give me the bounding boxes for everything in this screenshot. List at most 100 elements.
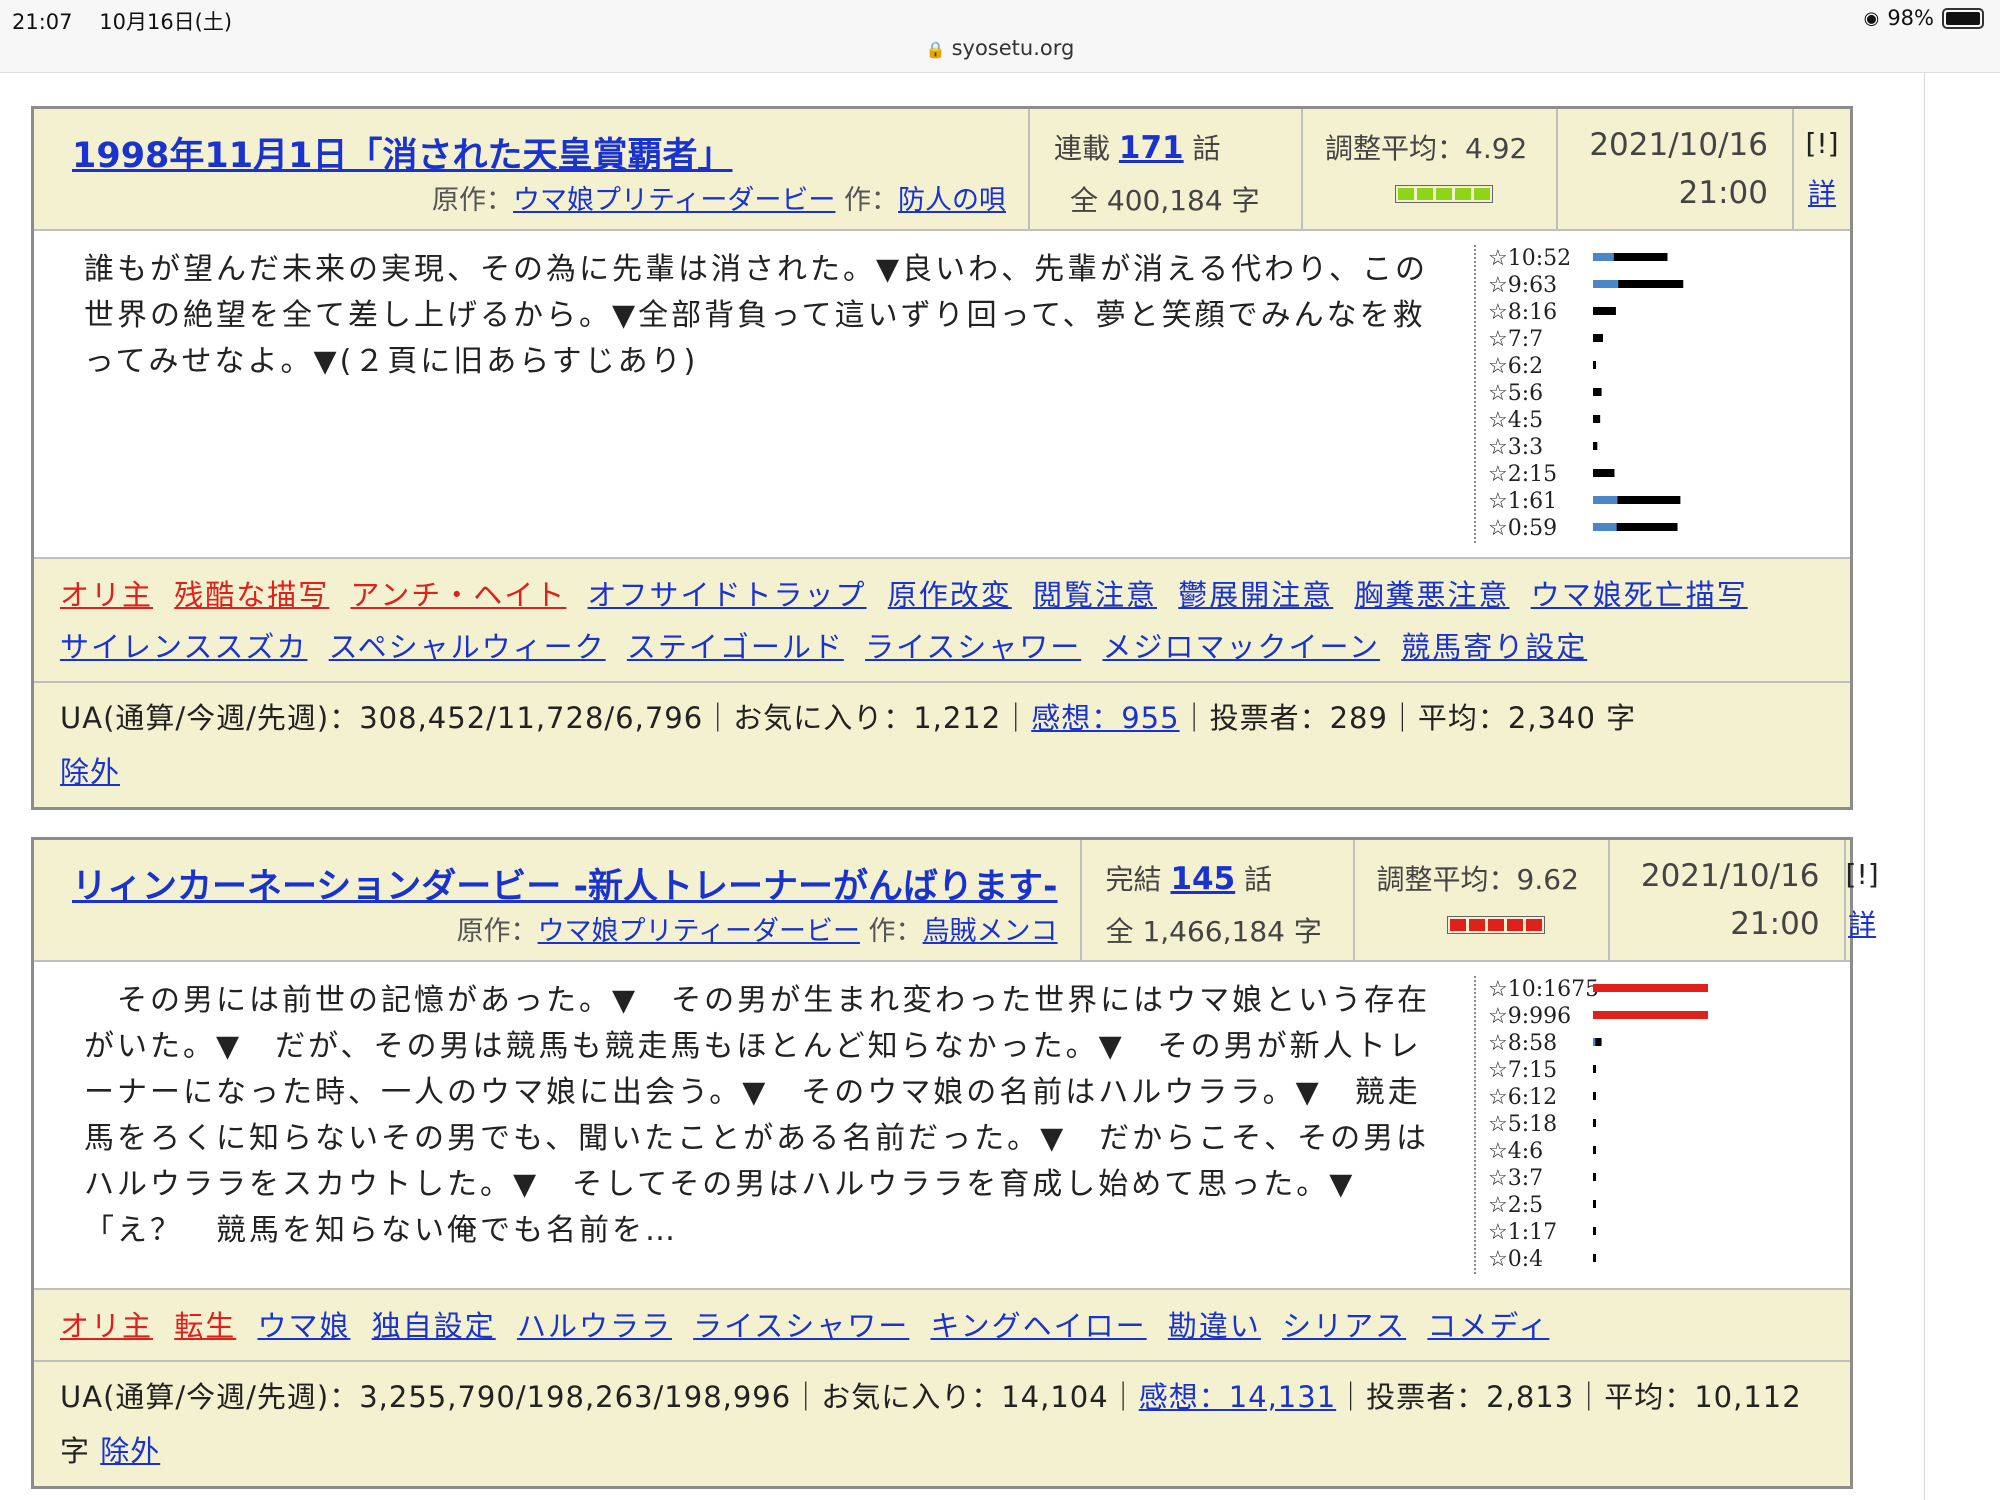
- rating-label: ☆9:63: [1488, 273, 1557, 298]
- tag-link[interactable]: ライスシャワー: [865, 630, 1081, 664]
- rating-bar: [1593, 442, 1598, 450]
- gauge-segment: [1487, 919, 1504, 931]
- rating-label: ☆1:61: [1488, 489, 1557, 514]
- tag-link[interactable]: オリ主: [60, 1309, 153, 1343]
- report-button[interactable]: [!]: [1846, 858, 1879, 891]
- genre-link[interactable]: ウマ娘プリティーダービー: [513, 185, 835, 216]
- status-time: 21:07 10月16日(土): [12, 6, 232, 36]
- actions-cell: [!] 詳: [1846, 840, 1879, 960]
- distribution-chart: ☆10:1675☆9:996☆8:58☆7:15☆6:12☆5:18☆4:6☆3…: [1488, 977, 1708, 1272]
- detail-link[interactable]: 詳: [1846, 903, 1879, 943]
- adjusted-average: 調整平均：4.92: [1325, 132, 1528, 165]
- tag-link[interactable]: ステイゴールド: [627, 630, 844, 664]
- tag-link[interactable]: 転生: [174, 1309, 236, 1343]
- rating-label: ☆9:996: [1488, 1004, 1571, 1029]
- tag-link[interactable]: シリアス: [1282, 1309, 1406, 1343]
- tag-link[interactable]: 鬱展開注意: [1178, 578, 1333, 612]
- rating-bar: [1593, 1200, 1596, 1208]
- date-cell: 2021/10/16 21:00: [1558, 109, 1794, 229]
- char-count: 全 400,184 字: [1070, 184, 1260, 217]
- rating-label: ☆3:7: [1488, 1166, 1543, 1191]
- status-bar: 21:07 10月16日(土) 🔒 syosetu.org ◉ 98%: [0, 0, 2000, 73]
- tag-link[interactable]: ウマ娘死亡描写: [1531, 578, 1748, 612]
- tag-link[interactable]: 原作改変: [888, 578, 1012, 612]
- lock-icon: 🔒: [925, 40, 946, 59]
- update-date: 2021/10/16: [1589, 127, 1768, 163]
- rating-bar-highlight: [1593, 984, 1626, 992]
- rating-label: ☆3:3: [1488, 435, 1543, 460]
- tag-link[interactable]: 閲覧注意: [1033, 578, 1157, 612]
- status-icons: ◉ 98%: [1864, 6, 1984, 30]
- episodes-cell: 連載 171 話 全 400,184 字: [1030, 109, 1303, 229]
- tag-link[interactable]: 競馬寄り設定: [1401, 630, 1587, 664]
- episodes-cell: 完結 145 話 全 1,466,184 字: [1082, 840, 1355, 960]
- synopsis: 誰もが望んだ未来の実現、その為に先輩は消された。▼良いわ、先輩が消える代わり、こ…: [84, 252, 1428, 379]
- exclude-link[interactable]: 除外: [60, 755, 120, 789]
- tag-link[interactable]: ライスシャワー: [693, 1309, 909, 1343]
- rating-bar: [1593, 388, 1602, 396]
- gauge-segment: [1417, 188, 1433, 200]
- battery-percent: 98%: [1887, 6, 1934, 30]
- distribution-divider: [1474, 245, 1476, 543]
- exclude-link[interactable]: 除外: [100, 1434, 160, 1468]
- update-time: 21:00: [1678, 175, 1768, 211]
- tag-link[interactable]: 勘違い: [1168, 1309, 1261, 1343]
- rating-bar-highlight: [1593, 496, 1618, 504]
- tag-link[interactable]: スペシャルウィーク: [329, 630, 606, 664]
- update-date: 2021/10/16: [1640, 858, 1820, 894]
- rating-bar-highlight: [1593, 1038, 1596, 1046]
- wifi-icon: ◉: [1863, 7, 1880, 29]
- novel-header: 1998年11月1日「消された天皇賞覇者」 原作：ウマ娘プリティーダービー 作：…: [34, 109, 1850, 231]
- author-link[interactable]: 烏賊メンコ: [923, 916, 1058, 947]
- author-label: 作：: [868, 916, 923, 947]
- tag-link[interactable]: オフサイドトラップ: [588, 578, 867, 612]
- tag-link[interactable]: コメディ: [1427, 1309, 1549, 1343]
- novel-title-link[interactable]: リィンカーネーションダービー -新人トレーナーがんばります-: [72, 858, 1058, 909]
- gauge-segment: [1474, 188, 1490, 200]
- genre-label: 原作：: [456, 916, 538, 947]
- tag-link[interactable]: アンチ・ヘイト: [350, 578, 566, 612]
- tag-link[interactable]: 独自設定: [372, 1309, 496, 1343]
- impressions-link[interactable]: 感想：14,131: [1139, 1380, 1336, 1414]
- tag-link[interactable]: メジロマックイーン: [1102, 630, 1380, 664]
- tag-link[interactable]: ウマ娘: [257, 1309, 350, 1343]
- author-link[interactable]: 防人の唄: [898, 185, 1006, 216]
- tag-link[interactable]: キングヘイロー: [931, 1309, 1147, 1343]
- author-label: 作：: [844, 185, 898, 216]
- rating-label: ☆8:58: [1488, 1031, 1557, 1056]
- tag-link[interactable]: 胸糞悪注意: [1354, 578, 1509, 612]
- rating-label: ☆5:6: [1488, 381, 1543, 406]
- rating-bar: [1593, 1119, 1596, 1127]
- gauge-segment: [1449, 919, 1466, 931]
- novel-header: リィンカーネーションダービー -新人トレーナーがんばります- 原作：ウマ娘プリテ…: [34, 840, 1879, 962]
- char-count: 全 1,466,184 字: [1105, 915, 1322, 948]
- rating-bar-highlight: [1593, 1011, 1626, 1019]
- rating-label: ☆7:15: [1488, 1058, 1557, 1083]
- status-label: 完結: [1105, 863, 1162, 896]
- date-cell: 2021/10/16 21:00: [1610, 840, 1846, 960]
- gauge-segment: [1436, 188, 1452, 200]
- impressions-link[interactable]: 感想：955: [1031, 701, 1179, 735]
- status-label: 連載: [1054, 132, 1111, 165]
- gauge-segment: [1525, 919, 1542, 931]
- gauge-segment: [1398, 188, 1414, 200]
- tag-link[interactable]: オリ主: [60, 578, 153, 612]
- report-button[interactable]: [!]: [1794, 127, 1850, 160]
- rating-distribution: ☆10:1675 ☆9:996 ☆8:58 ☆7:15 ☆6:12 ☆5:18 ☆4:6 ☆3…: [1474, 962, 1850, 1288]
- tag-link[interactable]: サイレンススズカ: [60, 630, 307, 664]
- novel-stats: UA(通算/今週/先週)：3,255,790/198,263/198,996｜お…: [34, 1362, 1850, 1486]
- tag-link[interactable]: 残酷な描写: [174, 578, 329, 612]
- rating-label: ☆6:2: [1488, 354, 1543, 379]
- tag-link[interactable]: ハルウララ: [517, 1309, 672, 1343]
- episodes-link[interactable]: 145: [1170, 861, 1235, 897]
- side-panel: [1924, 73, 2000, 1500]
- clock: 21:07: [12, 10, 73, 34]
- address-bar[interactable]: 🔒 syosetu.org: [0, 36, 2000, 60]
- rating-gauge: [1395, 185, 1493, 203]
- novel-title-link[interactable]: 1998年11月1日「消された天皇賞覇者」: [72, 127, 1006, 178]
- date: 10月16日(土): [99, 10, 233, 34]
- genre-link[interactable]: ウマ娘プリティーダービー: [538, 916, 860, 947]
- update-time: 21:00: [1730, 906, 1820, 942]
- detail-link[interactable]: 詳: [1794, 172, 1850, 212]
- episodes-link[interactable]: 171: [1119, 130, 1184, 166]
